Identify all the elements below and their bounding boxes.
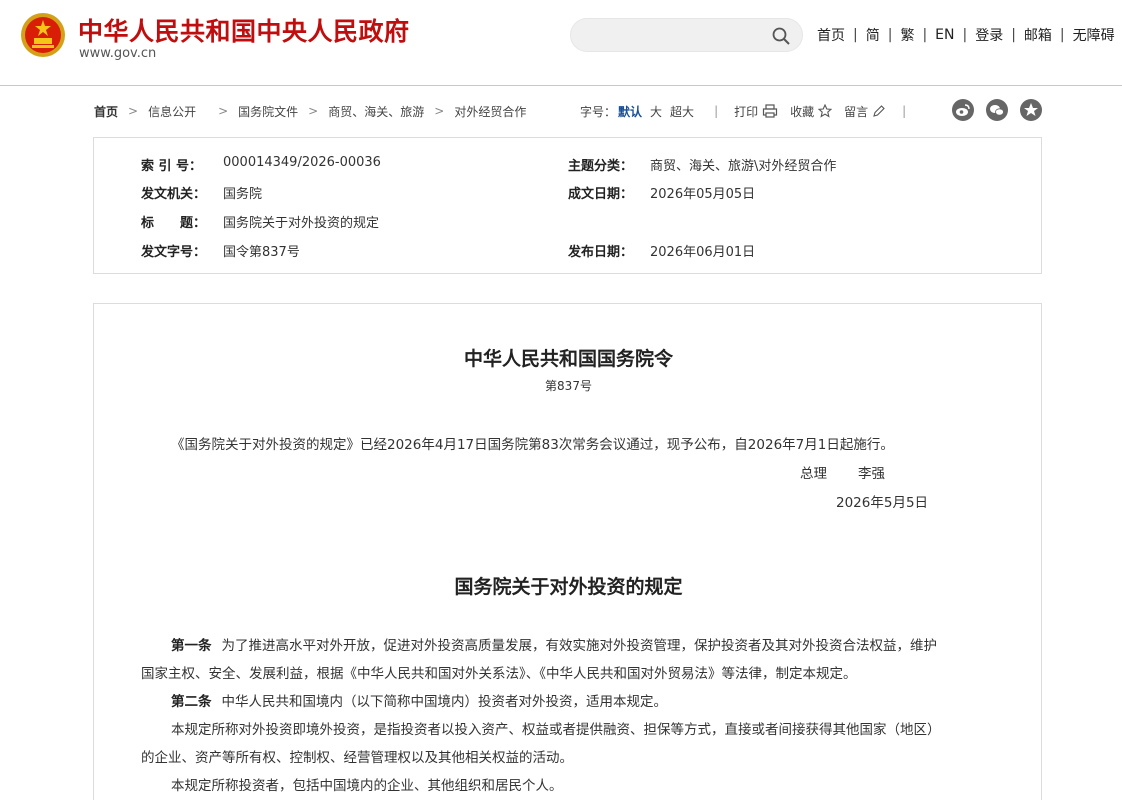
- meta-label: 索 引 号：: [141, 159, 203, 174]
- intro-paragraph: 《国务院关于对外投资的规定》已经2026年4月17日国务院第83次常务会议通过，…: [171, 437, 894, 453]
- article-2-line-1: 第二条 中华人民共和国境内（以下简称中国境内）投资者对外投资，适用本规定。: [171, 690, 667, 710]
- meta-written-date: 成文日期： 2026年05月05日: [568, 183, 755, 202]
- paragraph-4-line-1: 本规定所称投资者，包括中国境内的企业、其他组织和居民个人。: [171, 778, 563, 794]
- site-url: www.gov.cn: [79, 46, 157, 61]
- meta-label: 发布日期：: [568, 245, 634, 260]
- search-box: [570, 18, 803, 52]
- link-login[interactable]: 登录: [975, 25, 1003, 45]
- pencil-icon: [873, 105, 885, 117]
- comment-button[interactable]: 留言: [844, 103, 886, 120]
- meta-value: 000014349/2026-00036: [223, 155, 381, 170]
- separator: |: [922, 27, 928, 43]
- separator: |: [1059, 27, 1065, 43]
- paragraph-3-line-1: 本规定所称对外投资即境外投资，是指投资者以投入资产、权益或者提供融资、担保等方式…: [171, 722, 941, 738]
- meta-value: 商贸、海关、旅游\对外经贸合作: [650, 159, 837, 174]
- article-toolbar: 字号： 默认 大 超大 | 打印 收藏 留言 |: [580, 100, 922, 122]
- font-size-large[interactable]: 大: [650, 103, 662, 120]
- meta-label: 标 题：: [141, 216, 207, 231]
- chevron-right-icon: >: [128, 104, 139, 118]
- meta-topic: 主题分类： 商贸、海关、旅游\对外经贸合作: [568, 155, 836, 174]
- search-icon[interactable]: [771, 26, 791, 46]
- breadcrumb-foreign-trade[interactable]: 对外经贸合作: [454, 103, 526, 120]
- separator: |: [714, 104, 719, 118]
- chevron-right-icon: >: [434, 104, 445, 118]
- article-text: 为了推进高水平对外开放，促进对外投资高质量发展，有效实施对外投资管理，保护投资者…: [221, 638, 938, 654]
- print-label: 打印: [734, 104, 759, 119]
- breadcrumb-home[interactable]: 首页: [94, 103, 118, 120]
- article-text: 中华人民共和国境内（以下简称中国境内）投资者对外投资，适用本规定。: [221, 694, 668, 710]
- signer-name: 李强: [858, 466, 885, 482]
- meta-index: 索 引 号： 000014349/2026-00036: [141, 155, 381, 174]
- breadcrumb-trade-customs-tourism[interactable]: 商贸、海关、旅游: [328, 103, 424, 120]
- breadcrumb-info-public[interactable]: 信息公开: [148, 103, 196, 120]
- search-input[interactable]: [585, 26, 765, 46]
- meta-doc-number: 发文字号： 国令第837号: [141, 241, 300, 260]
- meta-value: 2026年06月01日: [650, 245, 756, 260]
- regulation-title: 国务院关于对外投资的规定: [454, 576, 683, 598]
- qzone-share-button[interactable]: [1020, 99, 1042, 121]
- meta-title: 标 题： 国务院关于对外投资的规定: [141, 212, 379, 231]
- comment-label: 留言: [844, 104, 869, 119]
- order-number: 第837号: [545, 379, 592, 393]
- wechat-icon: [990, 105, 1004, 116]
- print-button[interactable]: 打印: [734, 103, 778, 120]
- article-label: 第二条: [171, 694, 212, 710]
- document-metadata: 索 引 号： 000014349/2026-00036 主题分类： 商贸、海关、…: [93, 137, 1042, 274]
- order-title: 中华人民共和国国务院令: [463, 348, 673, 370]
- favorite-label: 收藏: [790, 104, 815, 119]
- article-label: 第一条: [171, 638, 212, 654]
- meta-value: 国令第837号: [223, 245, 300, 260]
- top-nav-links: 首页 | 简 | 繁 | EN | 登录 | 邮箱 | 无障碍: [817, 25, 1115, 45]
- link-home[interactable]: 首页: [817, 25, 845, 45]
- meta-publish-date: 发布日期： 2026年06月01日: [568, 241, 755, 260]
- link-mail[interactable]: 邮箱: [1024, 25, 1052, 45]
- document-body: 中华人民共和国国务院令 第837号 《国务院关于对外投资的规定》已经2026年4…: [93, 303, 1042, 800]
- article-1-line-2: 国家主权、安全、发展利益，根据《中华人民共和国对外关系法》、《中华人民共和国对外…: [141, 666, 857, 682]
- chevron-right-icon: >: [308, 104, 319, 118]
- meta-value: 2026年05月05日: [650, 187, 756, 202]
- site-title[interactable]: 中华人民共和国中央人民政府: [78, 12, 410, 48]
- star-icon: [818, 104, 833, 118]
- meta-value: 国务院: [223, 187, 263, 202]
- separator: |: [962, 27, 968, 43]
- link-traditional[interactable]: 繁: [900, 25, 914, 45]
- favorite-button[interactable]: 收藏: [790, 103, 833, 120]
- chevron-right-icon: >: [218, 104, 229, 118]
- font-size-default[interactable]: 默认: [618, 103, 642, 120]
- meta-issuer: 发文机关： 国务院: [141, 183, 262, 202]
- weibo-share-button[interactable]: [952, 99, 974, 121]
- link-english[interactable]: EN: [935, 27, 954, 43]
- separator: |: [853, 27, 858, 43]
- wechat-share-button[interactable]: [986, 99, 1008, 121]
- separator: |: [902, 104, 907, 118]
- link-simplified[interactable]: 简: [866, 25, 880, 45]
- qzone-icon: [1024, 103, 1038, 116]
- article-1-line-1: 第一条 为了推进高水平对外开放，促进对外投资高质量发展，有效实施对外投资管理，保护…: [171, 634, 937, 654]
- meta-label: 主题分类：: [568, 159, 634, 174]
- separator: |: [1011, 27, 1016, 43]
- national-emblem-icon[interactable]: [20, 12, 66, 58]
- weibo-icon: [956, 104, 970, 116]
- font-size-label: 字号：: [580, 104, 617, 119]
- font-size-xlarge[interactable]: 超大: [670, 103, 694, 120]
- breadcrumb-state-council-docs[interactable]: 国务院文件: [238, 103, 298, 120]
- site-header: 中华人民共和国中央人民政府 www.gov.cn 首页 | 简 | 繁 | EN | 登…: [0, 0, 1122, 86]
- printer-icon: [763, 104, 778, 118]
- sign-date: 2026年5月5日: [836, 495, 929, 511]
- signer-title: 总理: [800, 466, 827, 482]
- meta-label: 发文机关：: [141, 187, 207, 202]
- breadcrumb: 首页 > 信息公开 > 国务院文件 > 商贸、海关、旅游 > 对外经贸合作: [94, 101, 526, 121]
- meta-label: 成文日期：: [568, 187, 634, 202]
- meta-value: 国务院关于对外投资的规定: [223, 216, 380, 231]
- meta-label: 发文字号：: [141, 245, 207, 260]
- separator: |: [887, 27, 893, 43]
- link-accessibility[interactable]: 无障碍: [1073, 25, 1115, 45]
- paragraph-3-line-2: 的企业、资产等所有权、控制权、经营管理权以及其他相关权益的活动。: [141, 750, 573, 766]
